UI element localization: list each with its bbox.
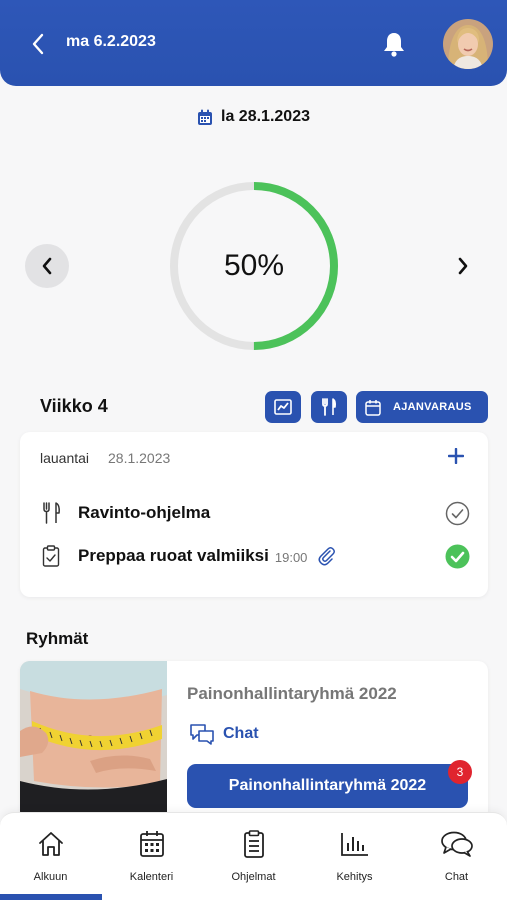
nav-label: Ohjelmat (231, 871, 276, 883)
group-name: Painonhallintaryhmä 2022 (187, 684, 397, 703)
chevron-right-icon (458, 257, 468, 275)
bottom-navigation: Alkuun Kalenteri Ohjelmat Kehitys Chat (0, 812, 507, 900)
selected-date-row[interactable]: la 28.1.2023 (0, 108, 507, 126)
progress-chart-button[interactable] (265, 391, 301, 423)
task-time: 19:00 (274, 549, 308, 565)
day-name: lauantai (40, 450, 90, 466)
group-chat-link[interactable]: Chat (189, 723, 259, 745)
groups-section-title: Ryhmät (26, 629, 89, 648)
open-group-button[interactable]: Painonhallintaryhmä 2022 (187, 764, 468, 808)
task-title: Ravinto-ohjelma (78, 503, 211, 522)
clipboard-check-icon (40, 544, 62, 568)
progress-percent-label: 50% (223, 249, 285, 282)
group-card: Painonhallintaryhmä 2022 Chat Painonhall… (20, 661, 488, 821)
task-row[interactable]: Ravinto-ohjelma (40, 498, 470, 528)
previous-day-button[interactable] (25, 244, 69, 288)
group-cover-image (20, 661, 167, 821)
nav-label: Chat (444, 871, 469, 883)
notifications-button[interactable] (381, 30, 407, 58)
notification-badge: 3 (448, 760, 472, 784)
task-title: Preppaa ruoat valmiiksi (78, 546, 269, 565)
nutrition-button[interactable] (311, 391, 347, 423)
chat-bubbles-icon (190, 724, 214, 745)
clipboard-icon (243, 830, 264, 858)
header-date-title: ma 6.2.2023 (66, 33, 156, 50)
back-button[interactable] (26, 30, 50, 58)
nav-item-programs[interactable]: Ohjelmat (203, 813, 304, 900)
calendar-icon (198, 109, 213, 125)
day-card: lauantai 28.1.2023 Ravinto-ohjelma Prepp… (20, 432, 488, 597)
nav-label: Kalenteri (129, 871, 174, 883)
nav-item-progress[interactable]: Kehitys (304, 813, 405, 900)
selected-date-label: la 28.1.2023 (221, 108, 310, 125)
group-chat-label: Chat (223, 725, 259, 742)
chat-bubbles-icon (440, 831, 473, 857)
bell-icon (384, 33, 404, 57)
check-circle-filled-icon[interactable] (445, 544, 470, 569)
day-date: 28.1.2023 (108, 450, 171, 466)
fork-knife-icon (322, 398, 337, 416)
plus-icon (448, 448, 464, 464)
nav-label: Alkuun (33, 871, 68, 883)
nav-item-calendar[interactable]: Kalenteri (101, 813, 202, 900)
next-day-button[interactable] (441, 244, 485, 288)
week-title: Viikko 4 (40, 396, 108, 416)
paperclip-icon[interactable] (317, 546, 337, 566)
top-header: ma 6.2.2023 (0, 0, 507, 86)
calendar-icon (365, 399, 381, 416)
profile-photo (443, 19, 493, 69)
daily-progress-ring: 50% (167, 179, 341, 353)
active-tab-indicator (0, 894, 102, 900)
booking-button-label: AJANVARAUS (393, 401, 472, 413)
add-task-button[interactable] (444, 444, 468, 468)
nav-item-chat[interactable]: Chat (406, 813, 507, 900)
task-row[interactable]: Preppaa ruoat valmiiksi 19:00 (40, 541, 470, 571)
user-avatar[interactable] (443, 19, 493, 69)
nav-item-home[interactable]: Alkuun (0, 813, 101, 900)
nav-label: Kehitys (336, 871, 373, 883)
chevron-left-icon (42, 257, 52, 275)
line-chart-icon (274, 399, 292, 415)
home-icon (38, 832, 63, 856)
check-circle-outline-icon[interactable] (445, 501, 470, 526)
fork-knife-icon (40, 501, 62, 525)
calendar-icon (139, 831, 164, 857)
bar-chart-icon (340, 833, 368, 856)
booking-button[interactable]: AJANVARAUS (356, 391, 488, 423)
chevron-left-icon (32, 33, 44, 55)
